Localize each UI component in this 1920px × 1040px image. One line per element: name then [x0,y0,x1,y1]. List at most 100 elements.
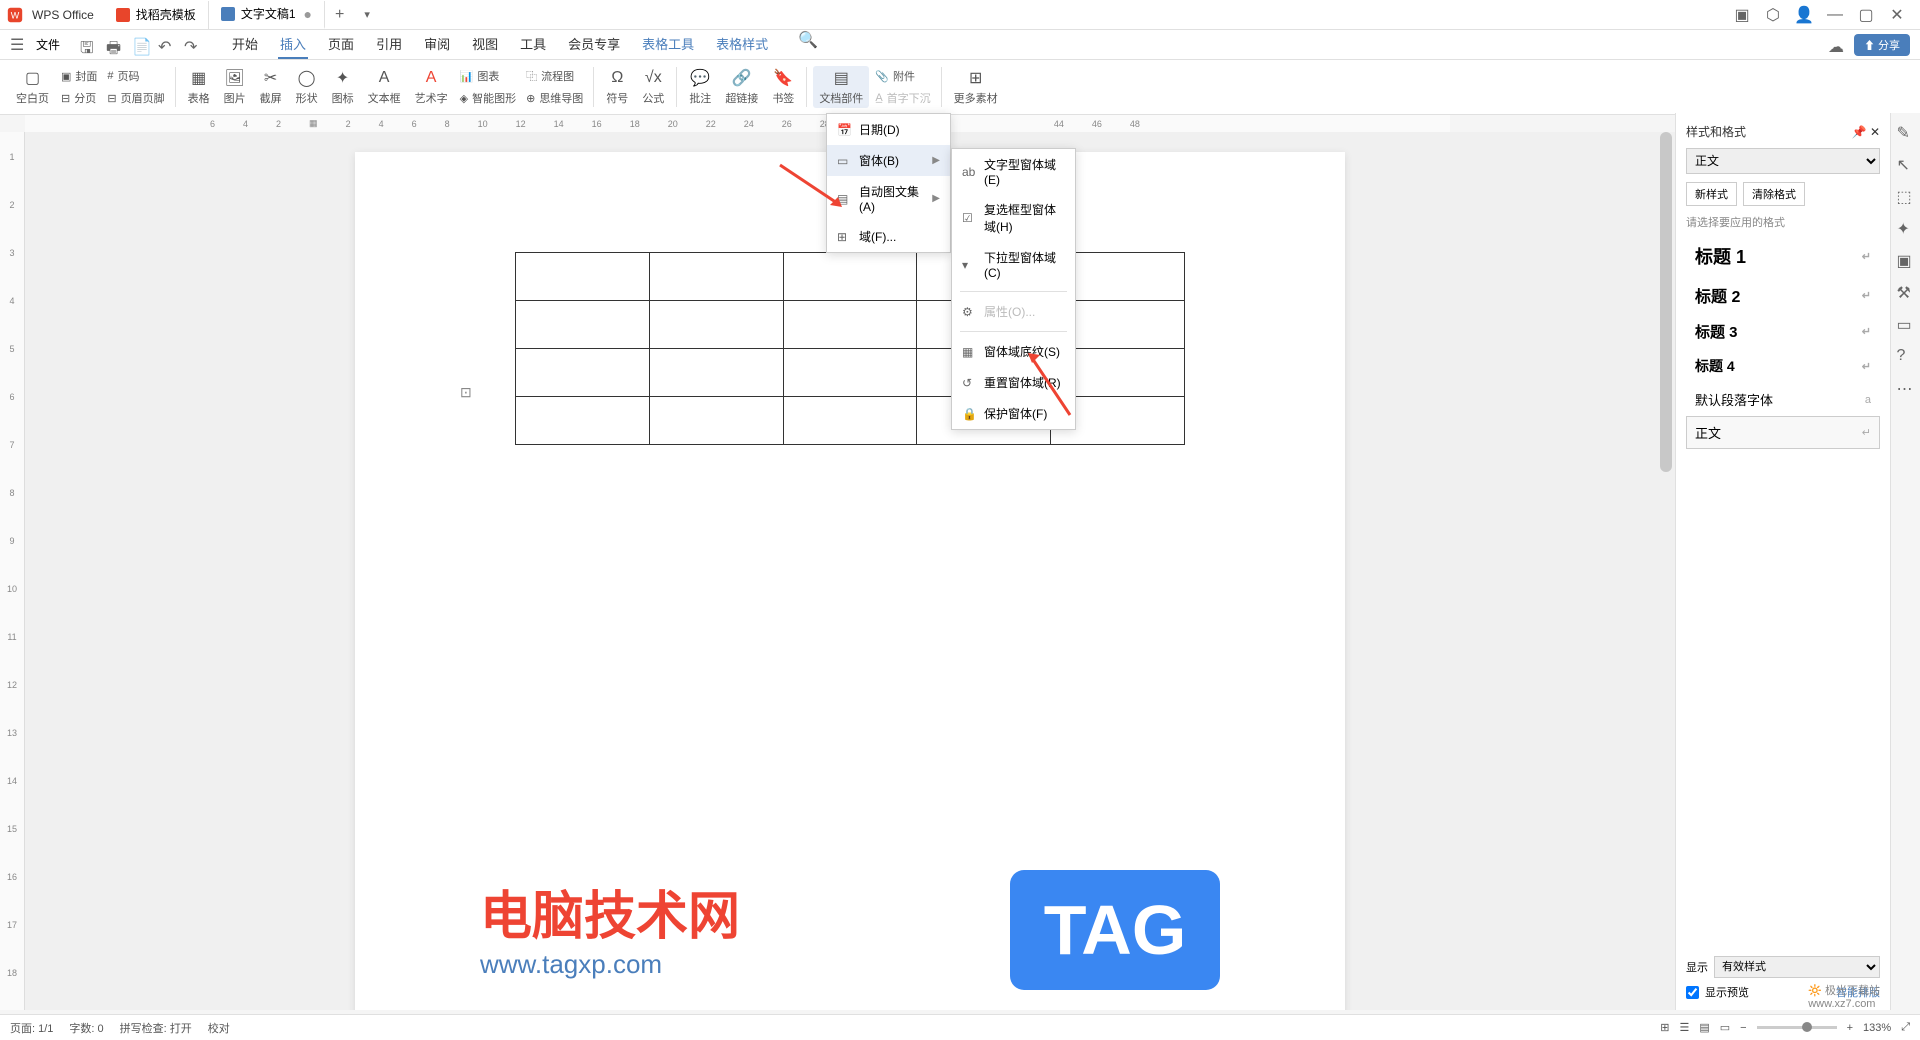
ribbon-screenshot[interactable]: ✂截屏 [254,68,288,106]
side-tools-icon[interactable]: ⚒ [1897,283,1915,301]
ribbon-more[interactable]: ⊞更多素材 [948,68,1004,106]
menu-reset[interactable]: ↺ 重置窗体域(R) [952,367,1075,398]
ribbon-wordart[interactable]: A艺术字 [409,68,454,106]
ribbon-textbox[interactable]: A文本框 [362,68,407,106]
menu-insert[interactable]: 插入 [278,30,308,59]
ribbon-mindmap[interactable]: ⊕思维导图 [522,88,587,108]
menu-table-style[interactable]: 表格样式 [714,30,770,59]
display-mode-select[interactable]: 有效样式 [1714,956,1880,978]
ribbon-smartart[interactable]: ◈智能图形 [456,88,520,108]
ribbon-flowchart[interactable]: ⿻流程图 [522,66,587,86]
menu-review[interactable]: 审阅 [422,30,452,59]
side-select-icon[interactable]: ⬚ [1897,187,1915,205]
menu-member[interactable]: 会员专享 [566,30,622,59]
document-area[interactable]: ⊡ 男 [25,132,1675,1010]
vertical-scrollbar[interactable] [1660,132,1672,1010]
undo-icon[interactable]: ↶ [158,37,174,53]
menu-shading[interactable]: ▦ 窗体域底纹(S) [952,336,1075,367]
current-style-select[interactable]: 正文 [1686,148,1880,174]
print-icon[interactable]: 🖶 [106,37,122,53]
menu-field[interactable]: ⊞ 域(F)... [827,221,950,252]
ribbon-hyperlink[interactable]: 🔗超链接 [719,68,764,106]
ribbon-table[interactable]: ▦表格 [182,68,216,106]
menu-tools[interactable]: 工具 [518,30,548,59]
preview-checkbox[interactable] [1686,986,1699,999]
menu-view[interactable]: 视图 [470,30,500,59]
tab-add-button[interactable]: + [325,6,354,24]
ribbon-cover[interactable]: ▣封面 [57,66,101,86]
ribbon-shape[interactable]: ◯形状 [290,68,324,106]
tab-template[interactable]: 找稻壳模板 [104,1,209,29]
style-heading4[interactable]: 标题 4↵ [1686,349,1880,383]
ribbon-drop-cap[interactable]: A̲首字下沉 [871,88,934,108]
new-style-button[interactable]: 新样式 [1686,182,1737,206]
menu-start[interactable]: 开始 [230,30,260,59]
zoom-slider[interactable] [1757,1026,1837,1029]
zoom-out-button[interactable]: − [1740,1022,1746,1034]
view-read-icon[interactable]: ▭ [1720,1021,1730,1034]
side-book-icon[interactable]: ▭ [1897,315,1915,333]
status-words[interactable]: 字数: 0 [69,1020,103,1036]
menu-reference[interactable]: 引用 [374,30,404,59]
side-help-icon[interactable]: ? [1897,347,1915,365]
side-cursor-icon[interactable]: ↖ [1897,155,1915,173]
style-heading2[interactable]: 标题 2↵ [1686,276,1880,314]
menu-form[interactable]: ▭ 窗体(B) ▶ [827,145,950,176]
save-icon[interactable]: 🖫 [80,37,96,53]
file-menu[interactable]: 文件 [36,36,60,53]
scrollbar-thumb[interactable] [1660,132,1672,472]
menu-page[interactable]: 页面 [326,30,356,59]
ruler-horizontal[interactable]: 642 ▦ 246 81012 141618 202224 262830 32 … [25,115,1450,133]
ribbon-blank-page[interactable]: ▢空白页 [10,68,55,106]
menu-text-form[interactable]: ab 文字型窗体域(E) [952,149,1075,194]
hamburger-icon[interactable]: ☰ [10,35,26,55]
ribbon-header-footer[interactable]: ⊟页眉页脚 [103,88,168,108]
pin-icon[interactable]: 📌 [1852,125,1867,139]
menu-autotext[interactable]: ▤ 自动图文集(A) ▶ [827,176,950,221]
clear-format-button[interactable]: 清除格式 [1743,182,1805,206]
ribbon-page-num[interactable]: #页码 [103,66,168,86]
ribbon-comment[interactable]: 💬批注 [683,68,717,106]
style-default-font[interactable]: 默认段落字体a [1686,383,1880,416]
menu-dropdown-form[interactable]: ▾ 下拉型窗体域(C) [952,242,1075,287]
menu-date[interactable]: 📅 日期(D) [827,114,950,145]
side-layer-icon[interactable]: ▣ [1897,251,1915,269]
document-table[interactable]: 男 [515,252,1185,445]
close-button[interactable]: ✕ [1889,7,1905,23]
maximize-button[interactable]: ▢ [1858,7,1874,23]
tab-menu-button[interactable]: ▾ [354,8,380,21]
view-web-icon[interactable]: ▤ [1699,1021,1709,1034]
minimize-button[interactable]: — [1827,7,1843,23]
side-more-icon[interactable]: ⋯ [1897,379,1915,397]
ruler-vertical[interactable]: 123 456 789 101112 131415 161718 19 [0,132,25,1010]
menu-table-tools[interactable]: 表格工具 [640,30,696,59]
redo-icon[interactable]: ↷ [184,37,200,53]
ribbon-bookmark[interactable]: 🔖书签 [766,68,800,106]
status-spell[interactable]: 拼写检查: 打开 [120,1020,192,1036]
tab-document[interactable]: 文字文稿1 ● [209,1,325,29]
zoom-in-button[interactable]: + [1847,1022,1853,1034]
ribbon-attachment[interactable]: 📎附件 [871,66,934,86]
avatar-icon[interactable]: 👤 [1796,7,1812,23]
cube-icon[interactable]: ⬡ [1765,7,1781,23]
menu-protect[interactable]: 🔒 保护窗体(F) [952,398,1075,429]
side-sparkle-icon[interactable]: ✦ [1897,219,1915,237]
view-outline-icon[interactable]: ☰ [1679,1021,1689,1034]
style-heading3[interactable]: 标题 3↵ [1686,314,1880,349]
status-page[interactable]: 页面: 1/1 [10,1020,53,1036]
zoom-value[interactable]: 133% [1863,1022,1891,1034]
style-body[interactable]: 正文↵ [1686,416,1880,449]
ribbon-page-break[interactable]: ⊟分页 [57,88,101,108]
status-proof[interactable]: 校对 [208,1020,230,1036]
panel-close-icon[interactable]: ✕ [1870,125,1880,139]
menu-checkbox-form[interactable]: ☑ 复选框型窗体域(H) [952,194,1075,242]
ribbon-symbol[interactable]: Ω符号 [600,68,634,106]
layout-icon[interactable]: ▣ [1734,7,1750,23]
side-pencil-icon[interactable]: ✎ [1897,123,1915,141]
share-button[interactable]: ⬆ 分享 [1854,34,1910,56]
cloud-icon[interactable]: ☁ [1828,37,1844,53]
fit-icon[interactable]: ⤢ [1901,1021,1910,1034]
ribbon-chart[interactable]: 📊图表 [456,66,520,86]
ribbon-equation[interactable]: √x公式 [636,68,670,106]
preview-icon[interactable]: 📄 [132,37,148,53]
